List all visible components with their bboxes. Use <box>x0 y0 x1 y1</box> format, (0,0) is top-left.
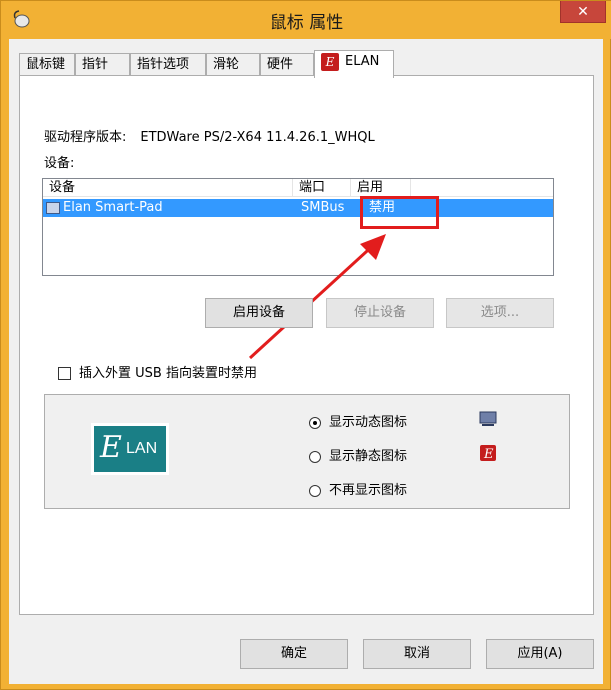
driver-version-value: ETDWare PS/2-X64 11.4.26.1_WHQL <box>140 130 375 145</box>
radio-dynamic-icon[interactable]: 显示动态图标 <box>309 411 407 430</box>
title-bar[interactable]: 鼠标 属性 ✕ <box>1 1 611 39</box>
elan-red-icon: E <box>480 445 496 462</box>
cancel-button[interactable]: 取消 <box>363 639 471 669</box>
device-row[interactable]: Elan Smart-Pad SMBus 禁用 <box>43 199 553 217</box>
radio-dynamic-label: 显示动态图标 <box>329 415 408 430</box>
tab-elan[interactable]: E ELAN <box>314 50 394 78</box>
driver-version-label: 驱动程序版本: <box>44 130 127 145</box>
tab-wheel[interactable]: 滑轮 <box>206 53 260 77</box>
devices-label: 设备: <box>44 156 75 171</box>
tab-pointers[interactable]: 指针 <box>75 53 130 77</box>
svg-text:E: E <box>483 447 494 462</box>
tab-pointer-options[interactable]: 指针选项 <box>130 53 206 77</box>
usb-disable-checkbox[interactable] <box>58 367 71 380</box>
device-port: SMBus <box>301 200 345 215</box>
device-list[interactable]: 设备 端口 启用 Elan Smart-Pad SMBus 禁用 <box>42 178 554 276</box>
highlight-box <box>360 196 439 229</box>
column-enabled[interactable]: 启用 <box>351 179 411 197</box>
tab-hardware[interactable]: 硬件 <box>260 53 314 77</box>
radio-static-icon[interactable]: 显示静态图标 <box>309 445 407 464</box>
tab-buttons[interactable]: 鼠标键 <box>19 53 75 77</box>
tray-icon-group: E LAN 显示动态图标 显示静态图标 E 不再显示图标 <box>44 394 570 509</box>
dialog-client: 鼠标键 指针 指针选项 滑轮 硬件 E ELAN 驱动程序版本: ETDWare P… <box>9 39 603 684</box>
annotation-arrow <box>248 234 386 360</box>
enable-device-button[interactable]: 启用设备 <box>205 298 313 328</box>
touchpad-icon <box>46 202 60 214</box>
driver-version-row: 驱动程序版本: ETDWare PS/2-X64 11.4.26.1_WHQL <box>44 126 375 145</box>
radio-dynamic[interactable] <box>309 416 321 429</box>
radio-no-icon[interactable]: 不再显示图标 <box>309 479 407 498</box>
elan-logo-letter: E <box>100 430 122 465</box>
elan-tab-icon: E <box>321 52 339 71</box>
window-title: 鼠标 属性 <box>269 13 344 33</box>
column-port[interactable]: 端口 <box>293 179 351 197</box>
radio-none-label: 不再显示图标 <box>329 483 408 498</box>
close-button[interactable]: ✕ <box>560 1 606 23</box>
device-list-header: 设备 端口 启用 <box>43 179 553 197</box>
monitor-icon <box>479 411 497 426</box>
properties-window: 鼠标 属性 ✕ 鼠标键 指针 指针选项 滑轮 硬件 E ELAN 驱动程序版本: E… <box>0 0 611 690</box>
ok-button[interactable]: 确定 <box>240 639 348 669</box>
radio-static-label: 显示静态图标 <box>329 449 408 464</box>
usb-disable-label: 插入外置 USB 指向装置时禁用 <box>79 366 257 381</box>
apply-button[interactable]: 应用(A) <box>486 639 594 669</box>
device-name: Elan Smart-Pad <box>63 200 163 215</box>
elan-tab-panel: 驱动程序版本: ETDWare PS/2-X64 11.4.26.1_WHQL 设… <box>19 75 594 615</box>
radio-none[interactable] <box>309 484 321 497</box>
elan-logo-text: LAN <box>126 440 158 457</box>
options-button[interactable]: 选项... <box>446 298 554 328</box>
usb-disable-row[interactable]: 插入外置 USB 指向装置时禁用 <box>58 362 257 381</box>
elan-logo: E LAN <box>91 423 169 475</box>
radio-static[interactable] <box>309 450 321 463</box>
stop-device-button[interactable]: 停止设备 <box>326 298 434 328</box>
column-device[interactable]: 设备 <box>43 179 293 197</box>
tab-elan-label: ELAN <box>345 54 380 69</box>
